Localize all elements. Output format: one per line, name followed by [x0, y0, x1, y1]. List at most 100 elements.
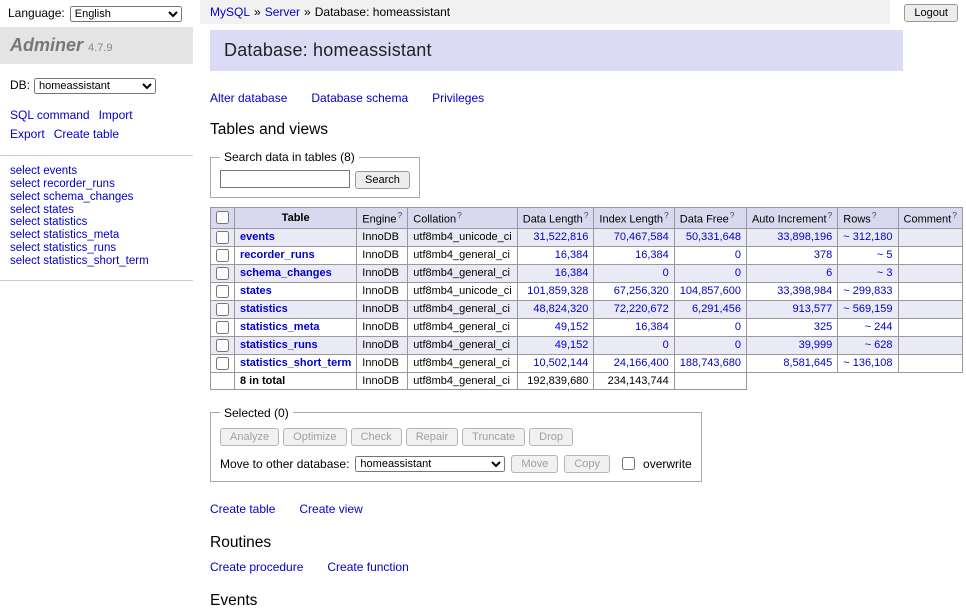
sidebar-select-link[interactable]: select schema_changes — [10, 191, 183, 204]
create-table-link-bottom[interactable]: Create table — [210, 502, 275, 516]
sidebar-select-link[interactable]: select statistics_runs — [10, 242, 183, 255]
rows-count-link[interactable]: ~ 299,833 — [843, 285, 892, 297]
auto-increment-link[interactable]: 6 — [826, 267, 832, 279]
data-free-link[interactable]: 188,743,680 — [680, 357, 741, 369]
column-help-link[interactable]: ? — [584, 210, 589, 220]
data-length-link[interactable]: 10,502,144 — [533, 357, 588, 369]
auto-increment-link[interactable]: 325 — [814, 321, 832, 333]
row-checkbox[interactable] — [216, 357, 229, 370]
rows-count-link[interactable]: ~ 244 — [865, 321, 893, 333]
row-checkbox[interactable] — [216, 321, 229, 334]
repair-button[interactable]: Repair — [406, 428, 458, 446]
data-free-link[interactable]: 6,291,456 — [692, 303, 741, 315]
column-help-link[interactable]: ? — [872, 210, 877, 220]
breadcrumb-server-link[interactable]: Server — [265, 5, 300, 19]
data-free-link[interactable]: 0 — [735, 267, 741, 279]
analyze-button[interactable]: Analyze — [220, 428, 279, 446]
data-free-link[interactable]: 50,331,648 — [686, 231, 741, 243]
sidebar-select-link[interactable]: select recorder_runs — [10, 178, 183, 191]
sql-command-link[interactable]: SQL command — [10, 106, 90, 125]
table-name-link[interactable]: statistics — [240, 303, 288, 315]
index-length-link[interactable]: 0 — [663, 339, 669, 351]
adminer-logo-link[interactable]: Adminer — [10, 35, 83, 55]
rows-count-link[interactable]: ~ 136,108 — [843, 357, 892, 369]
sidebar-select-link[interactable]: select statistics_short_term — [10, 255, 183, 268]
data-length-link[interactable]: 31,522,816 — [533, 231, 588, 243]
check-button[interactable]: Check — [351, 428, 402, 446]
data-free-link[interactable]: 0 — [735, 249, 741, 261]
data-length-link[interactable]: 101,859,328 — [527, 285, 588, 297]
language-select[interactable]: English — [70, 6, 182, 22]
table-name-link[interactable]: states — [240, 285, 272, 297]
index-length-link[interactable]: 24,166,400 — [614, 357, 669, 369]
data-free-link[interactable]: 0 — [735, 321, 741, 333]
column-help-link[interactable]: ? — [730, 210, 735, 220]
select-all-checkbox[interactable] — [216, 211, 229, 224]
auto-increment-link[interactable]: 33,398,984 — [777, 285, 832, 297]
row-checkbox[interactable] — [216, 267, 229, 280]
auto-increment-link[interactable]: 8,581,645 — [783, 357, 832, 369]
data-length-link[interactable]: 16,384 — [555, 267, 589, 279]
breadcrumb-mysql-link[interactable]: MySQL — [210, 5, 250, 19]
db-select[interactable]: homeassistant — [34, 78, 156, 94]
index-length-link[interactable]: 70,467,584 — [614, 231, 669, 243]
row-checkbox[interactable] — [216, 303, 229, 316]
privileges-link[interactable]: Privileges — [432, 91, 484, 105]
rows-count-link[interactable]: ~ 628 — [865, 339, 893, 351]
row-checkbox[interactable] — [216, 339, 229, 352]
move-database-select[interactable]: homeassistant — [355, 456, 505, 472]
optimize-button[interactable]: Optimize — [283, 428, 346, 446]
sidebar-select-link[interactable]: select events — [10, 165, 183, 178]
logout-button[interactable]: Logout — [904, 4, 958, 22]
index-length-link[interactable]: 67,256,320 — [614, 285, 669, 297]
data-length-link[interactable]: 16,384 — [555, 249, 589, 261]
create-function-link[interactable]: Create function — [327, 560, 408, 574]
row-checkbox[interactable] — [216, 285, 229, 298]
copy-button[interactable]: Copy — [564, 455, 610, 473]
auto-increment-link[interactable]: 39,999 — [799, 339, 833, 351]
sidebar-select-link[interactable]: select statistics — [10, 216, 183, 229]
index-length-link[interactable]: 16,384 — [635, 249, 669, 261]
truncate-button[interactable]: Truncate — [462, 428, 525, 446]
column-help-link[interactable]: ? — [952, 210, 957, 220]
overwrite-checkbox[interactable] — [622, 457, 635, 470]
create-procedure-link[interactable]: Create procedure — [210, 560, 303, 574]
data-free-link[interactable]: 104,857,600 — [680, 285, 741, 297]
index-length-link[interactable]: 0 — [663, 267, 669, 279]
table-name-link[interactable]: statistics_meta — [240, 321, 320, 333]
index-length-link[interactable]: 16,384 — [635, 321, 669, 333]
auto-increment-link[interactable]: 33,898,196 — [777, 231, 832, 243]
auto-increment-link[interactable]: 378 — [814, 249, 832, 261]
alter-database-link[interactable]: Alter database — [210, 91, 287, 105]
rows-count-link[interactable]: ~ 569,159 — [843, 303, 892, 315]
sidebar-select-link[interactable]: select statistics_meta — [10, 229, 183, 242]
drop-button[interactable]: Drop — [529, 428, 573, 446]
search-button[interactable]: Search — [355, 171, 410, 189]
data-free-link[interactable]: 0 — [735, 339, 741, 351]
auto-increment-link[interactable]: 913,577 — [793, 303, 833, 315]
table-name-link[interactable]: statistics_runs — [240, 339, 318, 351]
data-length-link[interactable]: 49,152 — [555, 321, 589, 333]
move-button[interactable]: Move — [511, 455, 558, 473]
row-checkbox[interactable] — [216, 249, 229, 262]
index-length-link[interactable]: 72,220,672 — [614, 303, 669, 315]
table-name-link[interactable]: recorder_runs — [240, 249, 315, 261]
table-name-link[interactable]: events — [240, 231, 275, 243]
table-name-link[interactable]: schema_changes — [240, 267, 332, 279]
export-link[interactable]: Export — [10, 125, 45, 144]
data-length-link[interactable]: 48,824,320 — [533, 303, 588, 315]
column-help-link[interactable]: ? — [398, 210, 403, 220]
column-help-link[interactable]: ? — [828, 210, 833, 220]
import-link[interactable]: Import — [99, 106, 133, 125]
sidebar-select-link[interactable]: select states — [10, 204, 183, 217]
create-table-link[interactable]: Create table — [54, 125, 119, 144]
data-length-link[interactable]: 49,152 — [555, 339, 589, 351]
database-schema-link[interactable]: Database schema — [311, 91, 408, 105]
column-help-link[interactable]: ? — [457, 210, 462, 220]
table-name-link[interactable]: statistics_short_term — [240, 357, 351, 369]
rows-count-link[interactable]: ~ 5 — [877, 249, 893, 261]
create-view-link[interactable]: Create view — [299, 502, 362, 516]
column-help-link[interactable]: ? — [664, 210, 669, 220]
search-input[interactable] — [220, 170, 350, 188]
rows-count-link[interactable]: ~ 312,180 — [843, 231, 892, 243]
